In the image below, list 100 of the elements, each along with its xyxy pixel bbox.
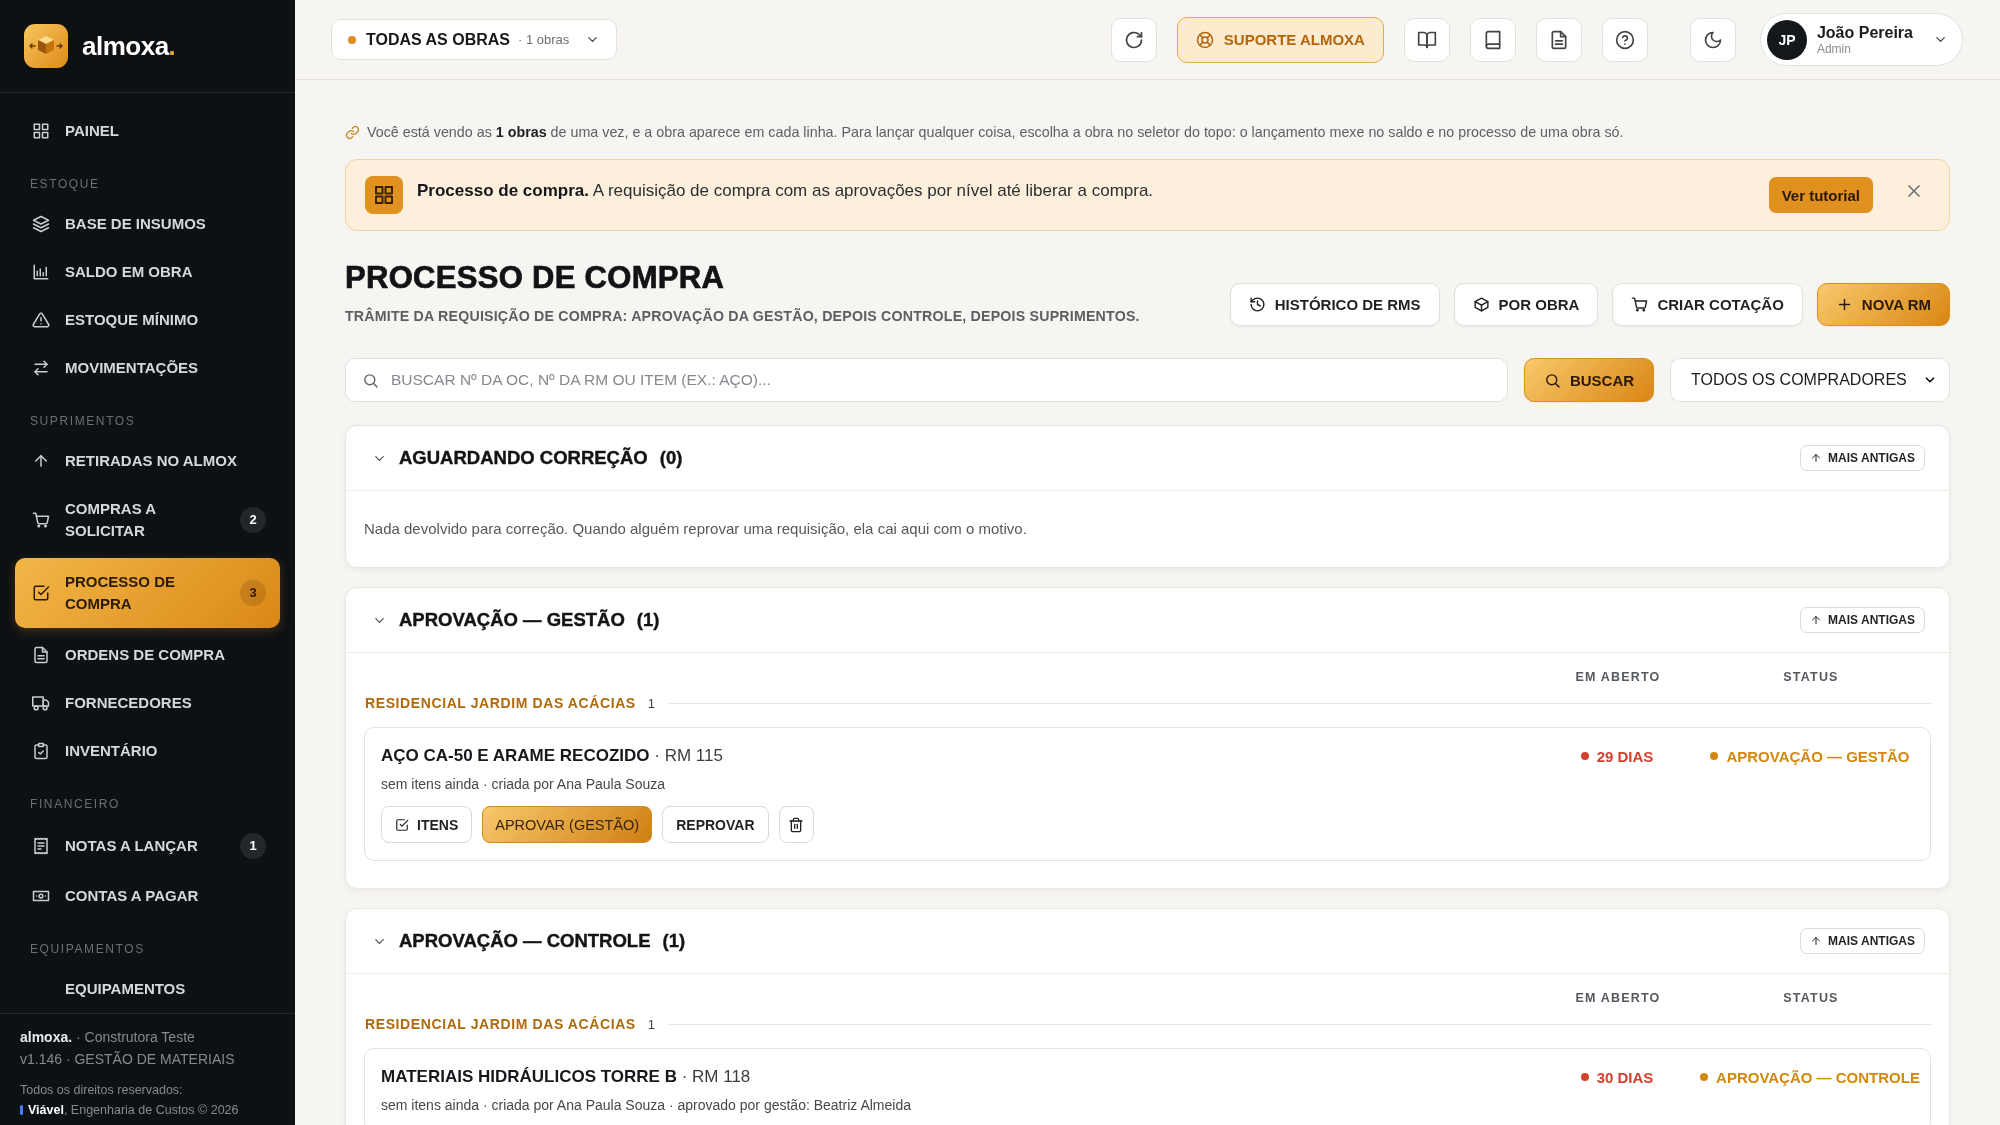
user-name: João Pereira <box>1816 23 1913 42</box>
rights-text: Todos os direitos reservados: <box>20 1082 184 1099</box>
column-header: EM ABERTO <box>1574 991 1662 1005</box>
nav-item[interactable]: COMPRAS A SOLICITAR 2 <box>15 485 280 555</box>
tutorial-button[interactable]: Ver tutorial <box>1768 177 1873 213</box>
help-icon <box>1614 29 1635 50</box>
user-menu[interactable]: JP João Pereira Admin <box>1759 13 1963 66</box>
grid-icon <box>365 176 403 214</box>
column-header: EM ABERTO <box>1574 670 1662 684</box>
new-button[interactable]: NOVA RM <box>1816 283 1950 326</box>
request-title: AÇO CA-50 E ARAME RECOZIDO · RM 115 <box>381 745 724 767</box>
nav-item[interactable]: NOTAS A LANÇAR 1 <box>15 820 280 872</box>
group-name: RESIDENCIAL JARDIM DAS ACÁCIAS <box>365 695 636 711</box>
nav-item[interactable]: PROCESSO DE COMPRA 3 <box>15 558 280 628</box>
nav-item[interactable]: ORDENS DE COMPRA <box>15 631 280 679</box>
document-icon <box>32 646 50 664</box>
stage-count: (1) <box>662 929 686 953</box>
status-dot-icon <box>348 35 356 44</box>
clipboard-check-icon <box>32 742 50 760</box>
count-badge: 2 <box>240 507 266 533</box>
items-button[interactable]: ITENS <box>381 806 473 843</box>
notice-text: Você está vendo as 1 obras de uma vez, e a obra aparece em cada linha. Para lançar qualquer coisa, escolha a obra no seletor do topo: o lançamento mexe no saldo e no processo de uma obra só. <box>367 123 1624 142</box>
cart-icon <box>32 511 50 529</box>
status-text: APROVAÇÃO — CONTROLE <box>1716 1068 1920 1086</box>
checkbox-icon <box>32 584 50 602</box>
history-icon <box>1248 296 1266 313</box>
stage-title: AGUARDANDO CORREÇÃO <box>399 446 648 470</box>
nav-item[interactable]: RETIRADAS NO ALMOX <box>15 437 280 485</box>
swap-arrows-icon <box>32 359 50 377</box>
page-title: PROCESSO DE COMPRA <box>345 260 726 296</box>
stage-count: (1) <box>636 608 660 632</box>
moon-icon <box>1702 29 1723 50</box>
book-button[interactable] <box>1469 17 1516 62</box>
nav-item[interactable]: INVENTÁRIO <box>15 727 280 775</box>
banner-text: Processo de compra. A requisição de compra com as aprovações por nível até liberar a compra. <box>417 180 1155 202</box>
nav-item[interactable]: CONTAS A PAGAR <box>15 872 280 920</box>
help-button[interactable] <box>1601 17 1648 62</box>
nav-section-title: EQUIPAMENTOS <box>30 941 146 957</box>
refresh-icon <box>1123 29 1144 50</box>
status-text: APROVAÇÃO — GESTÃO <box>1726 747 1910 765</box>
column-header: STATUS <box>1782 991 1840 1005</box>
count-badge: 1 <box>240 833 266 859</box>
search-icon <box>362 371 379 389</box>
logo-text: almoxa. <box>82 31 176 61</box>
request-meta: sem itens ainda · criada por Ana Paula Souza · aprovado por gestão: Beatriz Almeida <box>381 1096 912 1115</box>
search-field[interactable]: BUSCAR Nº DA OC, Nº DA RM OU ITEM (EX.: AÇO)... <box>345 358 1508 402</box>
nav-item[interactable]: BASE DE INSUMOS <box>15 200 280 248</box>
sort-button[interactable]: MAIS ANTIGAS <box>1800 445 1925 471</box>
delete-button[interactable] <box>778 806 814 843</box>
group-count: 1 <box>647 1016 656 1032</box>
theme-toggle-button[interactable] <box>1689 17 1736 62</box>
approve-button[interactable]: APROVAR (GESTÃO) <box>482 806 653 843</box>
action-button[interactable]: POR OBRA <box>1453 283 1599 326</box>
request-meta: sem itens ainda · criada por Ana Paula Souza <box>381 775 667 794</box>
arrow-up-icon <box>32 452 50 470</box>
nav-item[interactable]: EQUIPAMENTOS <box>15 965 280 1013</box>
status-dot-icon <box>1710 752 1719 760</box>
sort-button[interactable]: MAIS ANTIGAS <box>1800 928 1925 954</box>
credit-text: Viável, Engenharia de Custos © 2026 <box>28 1102 239 1119</box>
support-button[interactable]: SUPORTE ALMOXA <box>1176 16 1384 63</box>
nav-item[interactable]: MOVIMENTAÇÕES <box>15 344 280 392</box>
nav-item[interactable]: ESTOQUE MÍNIMO <box>15 296 280 344</box>
brand-mark-icon <box>20 1105 23 1115</box>
book-open-icon <box>1416 29 1437 50</box>
document-button[interactable] <box>1535 17 1582 62</box>
nav-section-title: FINANCEIRO <box>30 796 121 812</box>
nav-section-title: SUPRIMENTOS <box>30 413 137 429</box>
age-text: 29 DIAS <box>1596 747 1654 765</box>
search-icon <box>1543 371 1561 389</box>
lifebuoy-icon <box>1195 30 1214 49</box>
group-count: 1 <box>647 695 656 711</box>
action-button[interactable]: CRIAR COTAÇÃO <box>1612 283 1803 326</box>
stage-title: APROVAÇÃO — GESTÃO <box>399 608 625 632</box>
sort-button[interactable]: MAIS ANTIGAS <box>1800 607 1925 633</box>
action-button[interactable]: HISTÓRICO DE RMS <box>1229 283 1440 326</box>
empty-message: Nada devolvido para correção. Quando alguém reprovar uma requisição, ela cai aqui com o motivo. <box>364 519 1028 539</box>
checkbox-icon <box>395 817 409 832</box>
page-subtitle: TRÂMITE DA REQUISIÇÃO DE COMPRA: APROVAÇÃO DA GESTÃO, DEPOIS CONTROLE, DEPOIS SUPRIMENTOS. <box>345 306 1140 326</box>
book-open-button[interactable] <box>1403 17 1450 62</box>
nav-item[interactable]: PAINEL <box>15 107 280 155</box>
group-name: RESIDENCIAL JARDIM DAS ACÁCIAS <box>365 1016 636 1032</box>
truck-icon <box>32 694 50 712</box>
warning-icon <box>32 311 50 329</box>
user-role: Admin <box>1816 42 1851 56</box>
column-header: STATUS <box>1782 670 1840 684</box>
nav-item[interactable]: SALDO EM OBRA <box>15 248 280 296</box>
refresh-button[interactable] <box>1110 17 1157 62</box>
status-dot-icon <box>1700 1073 1709 1081</box>
search-button[interactable]: BUSCAR <box>1524 358 1654 402</box>
nav-section-title: ESTOQUE <box>30 176 101 192</box>
link-icon <box>345 124 360 140</box>
nav-item[interactable]: FORNECEDORES <box>15 679 280 727</box>
reject-button[interactable]: REPROVAR <box>662 806 769 843</box>
arrow-up-icon <box>1810 614 1823 626</box>
site-selector[interactable]: TODAS AS OBRAS · 1 obras <box>331 19 618 60</box>
cube-logo-icon <box>24 24 68 68</box>
user-avatar: JP <box>1766 19 1807 60</box>
cart-icon <box>1631 296 1649 313</box>
buyer-select[interactable]: TODOS OS COMPRADORES <box>1670 358 1950 402</box>
grid-icon <box>32 122 50 140</box>
